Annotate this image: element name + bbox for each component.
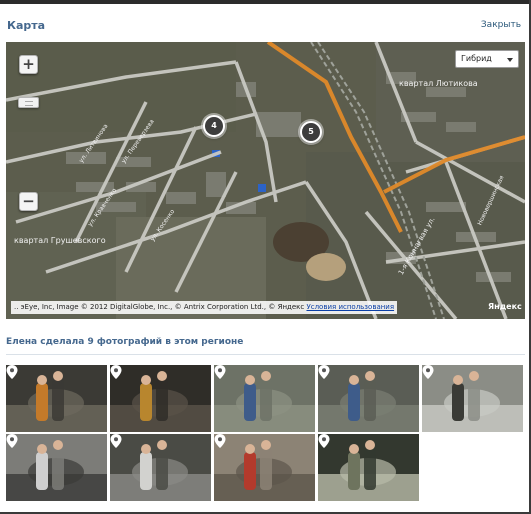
- chevron-down-icon: [507, 58, 513, 62]
- photo-thumbnail[interactable]: [110, 365, 211, 432]
- map-view[interactable]: квартал Лютикова квартал Грушевского ул.…: [6, 42, 525, 319]
- photo-cluster-marker[interactable]: 5: [300, 121, 322, 143]
- photo-image: [6, 434, 107, 501]
- map-label-quarter-top: квартал Лютикова: [399, 79, 478, 88]
- map-type-select[interactable]: Гибрид: [455, 50, 519, 68]
- photo-thumbnail[interactable]: [6, 434, 107, 501]
- zoom-slider-handle[interactable]: [18, 97, 39, 108]
- map-copyright-text: .. эEye, Inc, Image © 2012 DigitalGlobe,…: [14, 303, 307, 311]
- map-pin-icon: [214, 365, 226, 379]
- photo-image: [6, 365, 107, 432]
- map-type-label: Гибрид: [461, 54, 492, 63]
- photo-image: [422, 365, 523, 432]
- photo-image: [318, 434, 419, 501]
- window-header: Карта Закрыть: [0, 4, 529, 42]
- zoom-in-button[interactable]: +: [19, 55, 38, 74]
- map-copyright: .. эEye, Inc, Image © 2012 DigitalGlobe,…: [11, 301, 398, 314]
- photo-image: [110, 434, 211, 501]
- map-pin-icon: [214, 434, 226, 448]
- photo-thumbnail[interactable]: [214, 365, 315, 432]
- photo-cluster-marker[interactable]: 4: [203, 115, 225, 137]
- photo-image: [214, 365, 315, 432]
- photo-thumbnail[interactable]: [422, 365, 523, 432]
- photo-image: [214, 434, 315, 501]
- map-pin-icon: [6, 365, 18, 379]
- zoom-out-button[interactable]: −: [19, 192, 38, 211]
- photo-image: [110, 365, 211, 432]
- photo-thumbnail[interactable]: [318, 434, 419, 501]
- map-pin-icon: [110, 365, 122, 379]
- photo-thumbnail[interactable]: [318, 365, 419, 432]
- terms-of-use-link[interactable]: Условия использования: [306, 303, 394, 311]
- map-pin-icon: [318, 365, 330, 379]
- map-pin-icon: [6, 434, 18, 448]
- map-pin-icon: [110, 434, 122, 448]
- section-divider: [6, 354, 525, 355]
- map-pin-icon: [422, 365, 434, 379]
- photo-thumbnail[interactable]: [214, 434, 315, 501]
- yandex-logo: Яндекс: [488, 302, 522, 311]
- photo-image: [318, 365, 419, 432]
- close-link[interactable]: Закрыть: [481, 20, 521, 30]
- photo-thumbnail[interactable]: [6, 365, 107, 432]
- window-title: Карта: [7, 19, 46, 32]
- photo-thumbnail[interactable]: [110, 434, 211, 501]
- photos-heading: Елена сделала 9 фотографий в этом регион…: [6, 337, 244, 347]
- map-label-quarter-left: квартал Грушевского: [14, 236, 106, 245]
- map-pin-icon: [318, 434, 330, 448]
